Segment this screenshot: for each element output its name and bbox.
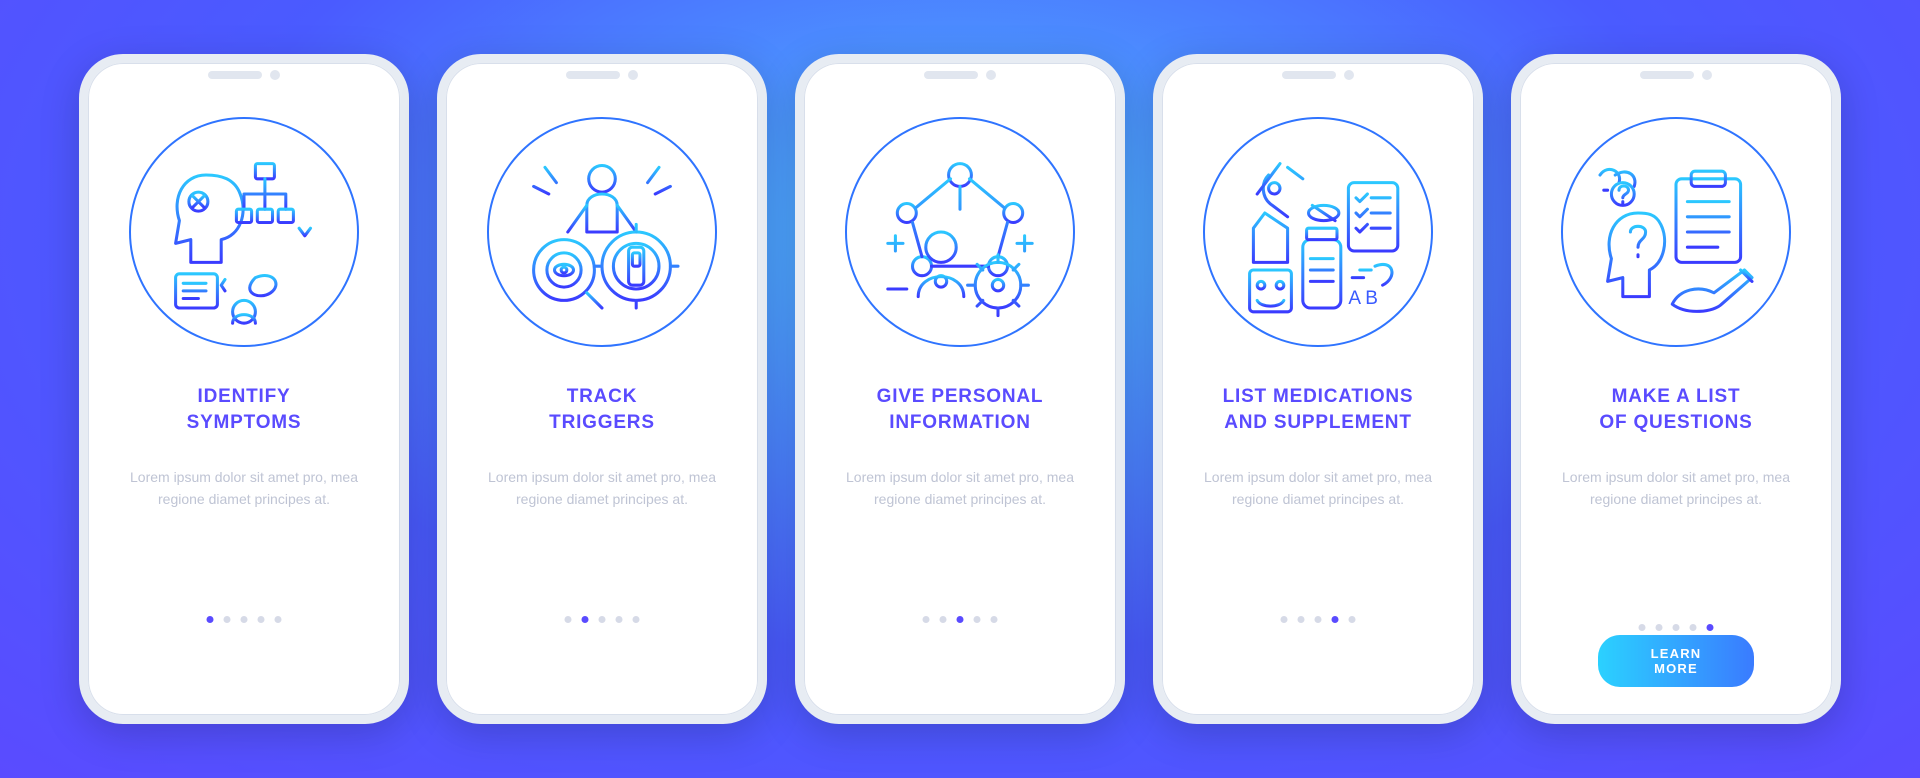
screen-title: LIST MEDICATIONS AND SUPPLEMENT: [1223, 383, 1414, 437]
screen-title: MAKE A LIST OF QUESTIONS: [1599, 383, 1752, 437]
screen-title: GIVE PERSONAL INFORMATION: [877, 383, 1044, 437]
dot[interactable]: [258, 616, 265, 623]
dot[interactable]: [991, 616, 998, 623]
dot[interactable]: [616, 616, 623, 623]
screen-description: Lorem ipsum dolor sit amet pro, mea regi…: [112, 467, 376, 510]
pagination-dots: [1281, 616, 1356, 623]
dot[interactable]: [582, 616, 589, 623]
screen-description: Lorem ipsum dolor sit amet pro, mea regi…: [1186, 467, 1450, 510]
dot[interactable]: [940, 616, 947, 623]
pagination-dots: [1639, 624, 1714, 631]
dot[interactable]: [1349, 616, 1356, 623]
onboarding-screen-1: IDENTIFY SYMPTOMS Lorem ipsum dolor sit …: [79, 54, 409, 724]
dot[interactable]: [1673, 624, 1680, 631]
identify-symptoms-icon: [129, 117, 359, 347]
dot[interactable]: [207, 616, 214, 623]
dot[interactable]: [241, 616, 248, 623]
questions-list-icon: [1561, 117, 1791, 347]
screen-title: IDENTIFY SYMPTOMS: [187, 383, 302, 437]
dot[interactable]: [224, 616, 231, 623]
phone-notch: [1282, 70, 1354, 80]
phone-notch: [1640, 70, 1712, 80]
phone-notch: [924, 70, 996, 80]
dot[interactable]: [565, 616, 572, 623]
track-triggers-icon: [487, 117, 717, 347]
personal-info-icon: [845, 117, 1075, 347]
dot[interactable]: [1690, 624, 1697, 631]
phone-notch: [208, 70, 280, 80]
screen-description: Lorem ipsum dolor sit amet pro, mea regi…: [1544, 467, 1808, 510]
dot[interactable]: [923, 616, 930, 623]
svg-text:A B: A B: [1348, 288, 1378, 309]
dot[interactable]: [633, 616, 640, 623]
dot[interactable]: [1332, 616, 1339, 623]
dot[interactable]: [974, 616, 981, 623]
dot[interactable]: [1639, 624, 1646, 631]
screen-description: Lorem ipsum dolor sit amet pro, mea regi…: [828, 467, 1092, 510]
onboarding-screen-4: A B LIST MEDICATIONS AND SUPPLEMENT Lore…: [1153, 54, 1483, 724]
dot[interactable]: [275, 616, 282, 623]
pagination-dots: [565, 616, 640, 623]
pagination-dots: [923, 616, 998, 623]
onboarding-screen-3: GIVE PERSONAL INFORMATION Lorem ipsum do…: [795, 54, 1125, 724]
dot[interactable]: [1707, 624, 1714, 631]
phone-notch: [566, 70, 638, 80]
dot[interactable]: [1281, 616, 1288, 623]
dot[interactable]: [599, 616, 606, 623]
dot[interactable]: [1298, 616, 1305, 623]
onboarding-screen-2: TRACK TRIGGERS Lorem ipsum dolor sit ame…: [437, 54, 767, 724]
dot[interactable]: [957, 616, 964, 623]
screen-description: Lorem ipsum dolor sit amet pro, mea regi…: [470, 467, 734, 510]
screen-title: TRACK TRIGGERS: [549, 383, 655, 437]
medications-icon: A B: [1203, 117, 1433, 347]
learn-more-button[interactable]: LEARN MORE: [1598, 635, 1754, 687]
dot[interactable]: [1656, 624, 1663, 631]
onboarding-screen-5: MAKE A LIST OF QUESTIONS Lorem ipsum dol…: [1511, 54, 1841, 724]
pagination-dots: [207, 616, 282, 623]
dot[interactable]: [1315, 616, 1322, 623]
